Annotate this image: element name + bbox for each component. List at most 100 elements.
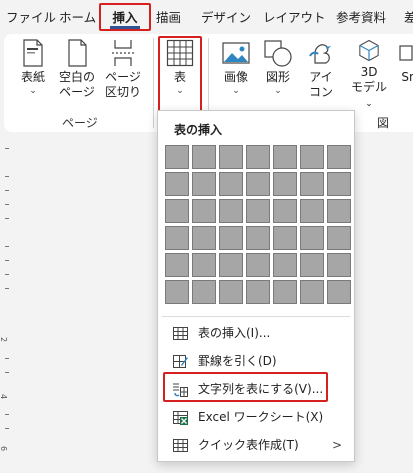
table-grid-cell[interactable]: [219, 226, 243, 250]
ruler-number: 4: [0, 394, 8, 399]
table-grid-cell[interactable]: [273, 253, 297, 277]
table-grid-cell[interactable]: [219, 280, 243, 304]
cover-page-icon: [23, 39, 43, 67]
table-grid-cell[interactable]: [327, 145, 351, 169]
dropdown-title: 表の挿入: [174, 123, 223, 137]
table-grid-cell[interactable]: [246, 145, 270, 169]
table-grid-cell[interactable]: [300, 172, 324, 196]
table-grid-cell[interactable]: [246, 226, 270, 250]
table-grid-cell[interactable]: [246, 172, 270, 196]
3d-model-button[interactable]: 3D モデル ⌄: [346, 38, 392, 112]
table-grid-cell[interactable]: [273, 199, 297, 223]
submenu-arrow-icon: >: [331, 438, 342, 452]
table-grid-cell[interactable]: [246, 199, 270, 223]
dropdown-separator: [162, 316, 350, 317]
table-label: 表: [173, 70, 186, 84]
tab-design[interactable]: デザイン: [201, 6, 251, 30]
table-grid-cell[interactable]: [165, 280, 189, 304]
menu-convert-text-to-table[interactable]: 文字列を表にする(V)...: [162, 375, 350, 403]
menu-quick-tables-label: クイック表作成(T): [198, 438, 299, 452]
chevron-down-icon: ⌄: [365, 99, 373, 109]
blank-page-icon: [68, 39, 87, 67]
table-grid-cell[interactable]: [273, 226, 297, 250]
table-grid-cell[interactable]: [219, 253, 243, 277]
menu-excel-worksheet-label: Excel ワークシート(X): [198, 410, 324, 424]
group-label-pages: ページ: [62, 116, 98, 130]
insert-table-icon: [173, 327, 188, 340]
table-grid-cell[interactable]: [192, 172, 216, 196]
ruler-tick: [5, 204, 9, 205]
icons-button[interactable]: アイ コン: [304, 38, 338, 112]
table-grid-cell[interactable]: [300, 199, 324, 223]
table-button[interactable]: 表 ⌄: [161, 38, 199, 112]
blank-page-label: 空白の ページ: [58, 70, 95, 99]
tab-home[interactable]: ホーム: [59, 6, 96, 30]
ruler-tick: [5, 190, 9, 191]
table-grid-cell[interactable]: [327, 280, 351, 304]
tab-references[interactable]: 参考資料: [336, 6, 386, 30]
ruler-tick: [5, 176, 9, 177]
table-grid-cell[interactable]: [327, 253, 351, 277]
ruler-tick: [5, 274, 9, 275]
ruler-number: 6: [0, 446, 8, 451]
group-label-illustrations: 図: [377, 116, 390, 130]
table-grid-cell[interactable]: [192, 145, 216, 169]
ruler-tick: [5, 372, 9, 373]
blank-page-button[interactable]: 空白の ページ: [56, 38, 98, 112]
chevron-down-icon: ⌄: [232, 86, 240, 96]
page-break-button[interactable]: ページ 区切り: [102, 38, 144, 112]
table-grid-cell[interactable]: [192, 199, 216, 223]
table-grid-cell[interactable]: [165, 145, 189, 169]
table-grid-cell[interactable]: [192, 280, 216, 304]
table-grid-cell[interactable]: [300, 226, 324, 250]
icons-icon: [309, 44, 331, 64]
tab-mailings[interactable]: 差: [404, 6, 413, 30]
table-grid-cell[interactable]: [327, 172, 351, 196]
menu-quick-tables[interactable]: クイック表作成(T) >: [162, 431, 350, 459]
table-grid-cell[interactable]: [219, 145, 243, 169]
shapes-label: 図形: [265, 70, 290, 84]
table-grid-cell[interactable]: [273, 172, 297, 196]
table-grid-cell[interactable]: [300, 280, 324, 304]
table-grid-cell[interactable]: [246, 253, 270, 277]
shapes-button[interactable]: 図形 ⌄: [260, 38, 296, 112]
table-grid-cell[interactable]: [246, 280, 270, 304]
cover-page-label: 表紙: [20, 70, 45, 84]
table-grid-cell[interactable]: [165, 226, 189, 250]
ruler-tick: [5, 218, 9, 219]
menu-draw-table[interactable]: 罫線を引く(D): [162, 347, 350, 375]
smartart-button[interactable]: Sm: [396, 38, 413, 112]
icons-label: アイ コン: [308, 70, 333, 99]
table-grid-cell[interactable]: [219, 172, 243, 196]
table-grid-cell[interactable]: [273, 280, 297, 304]
ruler-tick: [5, 246, 9, 247]
ruler-tick: [5, 358, 9, 359]
quick-tables-icon: [173, 439, 188, 452]
cover-page-button[interactable]: 表紙 ⌄: [16, 38, 50, 112]
table-grid-cell[interactable]: [273, 145, 297, 169]
draw-table-icon: [173, 355, 188, 368]
table-grid-cell[interactable]: [300, 145, 324, 169]
table-grid-cell[interactable]: [327, 199, 351, 223]
table-icon: [166, 39, 194, 67]
tab-draw[interactable]: 描画: [156, 6, 181, 30]
table-grid-cell[interactable]: [219, 199, 243, 223]
menu-excel-worksheet[interactable]: Excel ワークシート(X): [162, 403, 350, 431]
tab-layout[interactable]: レイアウト: [263, 6, 326, 30]
tab-insert[interactable]: 挿入: [102, 6, 148, 30]
chevron-down-icon: ⌄: [29, 86, 37, 96]
menu-insert-table[interactable]: 表の挿入(I)...: [162, 319, 350, 347]
ruler-tick: [5, 414, 9, 415]
3d-model-icon: [359, 39, 379, 62]
picture-button[interactable]: 画像 ⌄: [218, 38, 254, 112]
table-grid-cell[interactable]: [192, 226, 216, 250]
menu-convert-text-to-table-label: 文字列を表にする(V)...: [198, 382, 324, 396]
tab-file[interactable]: ファイル: [6, 6, 56, 30]
table-grid-cell[interactable]: [165, 172, 189, 196]
table-grid-cell[interactable]: [327, 226, 351, 250]
table-grid-cell[interactable]: [165, 253, 189, 277]
table-grid-cell[interactable]: [192, 253, 216, 277]
table-grid-cell[interactable]: [300, 253, 324, 277]
table-grid-cell[interactable]: [165, 199, 189, 223]
picture-label: 画像: [223, 70, 248, 84]
